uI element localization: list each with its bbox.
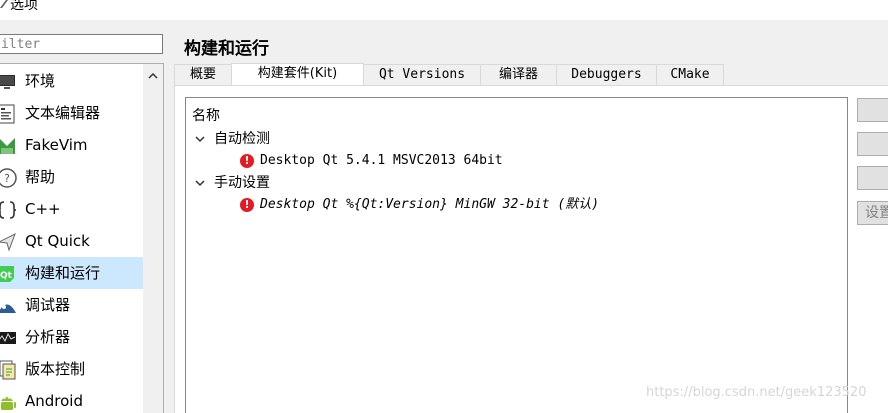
kit-name: Desktop Qt 5.4.1 MSVC2013 64bit (260, 153, 503, 168)
android-icon (1, 397, 16, 410)
sidebar-item-help[interactable]: ? 帮助 (0, 161, 143, 193)
tab-overview[interactable]: 概要 (174, 64, 232, 85)
fakevim-icon (0, 138, 15, 154)
sidebar-item-qt-quick[interactable]: Qt Quick (0, 225, 143, 257)
qt-quick-icon (0, 232, 16, 252)
tab-kits[interactable]: 构建套件(Kit) (231, 63, 364, 86)
column-header-name: 名称 (192, 108, 220, 124)
watermark: https://blog.csdn.net/geek123520 (646, 385, 867, 400)
sidebar-item-android[interactable]: Android (0, 385, 143, 413)
tree-group-label: 自动检测 (214, 131, 270, 147)
error-icon: ! (240, 198, 254, 212)
debugger-icon (0, 304, 16, 313)
sidebar-item-build-run[interactable]: Qt 构建和运行 (0, 257, 143, 289)
error-icon: ! (240, 154, 254, 168)
window-title: 选项 (10, 0, 38, 13)
chevron-up-icon (148, 72, 158, 79)
chevron-down-icon[interactable] (194, 177, 206, 189)
tree-group-label: 手动设置 (214, 175, 270, 191)
title-bar: 选项 (0, 0, 888, 20)
kit-name: Desktop Qt %{Qt:Version} MinGW 32-bit (默… (260, 197, 600, 212)
sidebar-item-environment[interactable]: 环境 (0, 65, 143, 97)
chevron-down-icon[interactable] (194, 133, 206, 145)
build-run-icon: Qt (0, 266, 14, 282)
scroll-up-button[interactable] (143, 64, 163, 86)
sidebar: 环境 文本编辑器 FakeVim ? 帮助 C++ Qt Quick Qt 构建… (0, 63, 164, 413)
make-default-button[interactable]: 设置 (857, 201, 888, 225)
svg-text:Qt: Qt (0, 271, 13, 281)
sidebar-item-debugger[interactable]: 调试器 (0, 289, 143, 321)
kits-tree: 名称 自动检测 ! Desktop Qt 5.4.1 MSVC2013 64bi… (185, 97, 848, 413)
sidebar-item-analyzer[interactable]: 分析器 (0, 321, 143, 353)
version-control-icon (0, 360, 16, 380)
filter-input[interactable] (0, 34, 163, 54)
sidebar-item-fakevim[interactable]: FakeVim (0, 129, 143, 161)
clone-button[interactable] (857, 132, 888, 156)
tab-qt-versions[interactable]: Qt Versions (363, 64, 481, 85)
tab-cmake[interactable]: CMake (656, 64, 724, 85)
monitor-icon (0, 75, 15, 89)
app-icon (0, 0, 8, 8)
help-icon: ? (0, 168, 17, 188)
analyzer-icon (0, 332, 16, 344)
sidebar-item-text-editor[interactable]: 文本编辑器 (0, 97, 143, 129)
svg-text:?: ? (4, 172, 10, 185)
sidebar-item-cpp[interactable]: C++ (0, 193, 143, 225)
tab-debuggers[interactable]: Debuggers (556, 64, 657, 85)
text-editor-icon (0, 104, 15, 124)
tab-compilers[interactable]: 编译器 (480, 64, 557, 85)
remove-button[interactable] (857, 166, 888, 190)
sidebar-item-version-control[interactable]: 版本控制 (0, 353, 143, 385)
cpp-icon (0, 201, 17, 219)
sidebar-scrollbar[interactable] (143, 64, 163, 413)
add-button[interactable] (857, 98, 888, 122)
page-title: 构建和运行 (184, 39, 269, 59)
